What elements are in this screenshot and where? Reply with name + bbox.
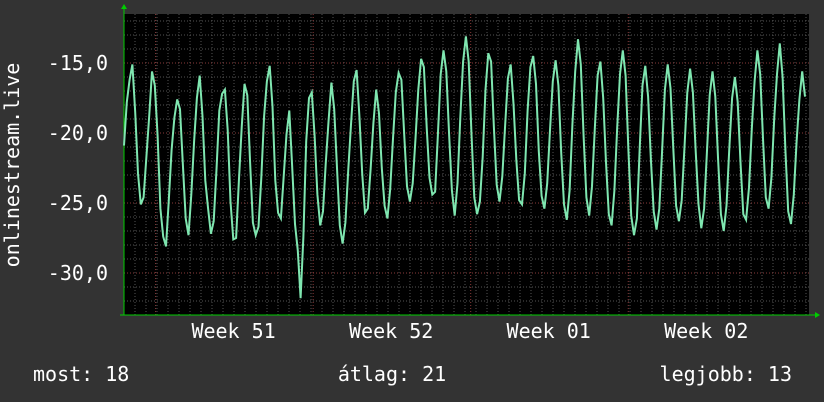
y-tick-label: -20,0 bbox=[48, 121, 108, 145]
x-tick-labels: Week 51 Week 52 Week 01 Week 02 bbox=[191, 319, 748, 343]
x-tick-label: Week 51 bbox=[191, 319, 275, 343]
stats-bar: most: 18 átlag: 21 legjobb: 13 bbox=[0, 358, 824, 392]
y-tick-label: -15,0 bbox=[48, 51, 108, 75]
y-axis-label: onlinestream.live bbox=[0, 63, 24, 268]
x-tick-label: Week 02 bbox=[664, 319, 748, 343]
stat-best: legjobb: 13 bbox=[659, 362, 792, 386]
y-tick-label: -25,0 bbox=[48, 191, 108, 215]
x-axis-arrow bbox=[815, 312, 820, 318]
chart: -15,0-20,0-25,0-30,0 Week 51 Week 52 Week … bbox=[0, 4, 820, 343]
y-tick-label: -30,0 bbox=[48, 261, 108, 285]
y-tick-labels: -15,0 -20,0 -25,0 -30,0 bbox=[48, 51, 108, 285]
x-tick-label: Week 52 bbox=[349, 319, 433, 343]
y-axis-arrow bbox=[121, 4, 127, 9]
x-tick-label: Week 01 bbox=[507, 319, 591, 343]
